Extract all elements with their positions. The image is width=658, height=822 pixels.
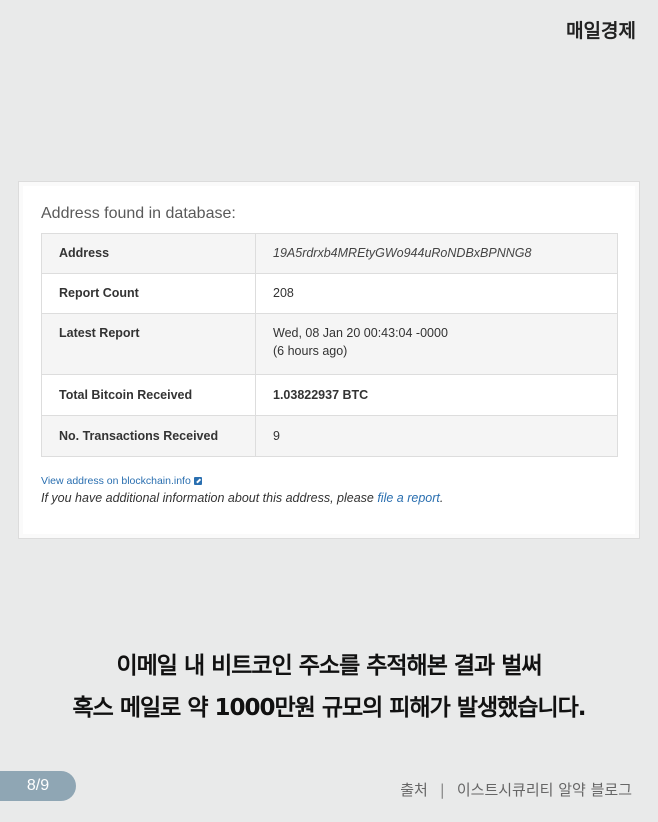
row-value-latest-report: Wed, 08 Jan 20 00:43:04 -0000 (6 hours a… [255,313,618,375]
row-label-address: Address [41,233,256,274]
source-label: 출처 [400,781,428,799]
page-indicator: 8/9 [0,771,76,801]
external-link-icon[interactable] [193,477,202,485]
brand-logo: 매일경제 [566,20,636,42]
latest-report-date: Wed, 08 Jan 20 00:43:04 -0000 [273,326,448,340]
note-prefix: If you have additional information about… [41,491,378,505]
table-row: Total Bitcoin Received 1.03822937 BTC [41,374,618,416]
caption-line-1: 이메일 내 비트코인 주소를 추적해본 결과 벌써 [116,653,542,679]
row-label-latest-report: Latest Report [41,313,256,375]
report-note: If you have additional information about… [41,491,621,505]
row-value-address: 19A5rdrxb4MREtyGWo944uRoNDBxBPNNG8 [255,233,618,274]
source-credit: 출처 | 이스트시큐리티 알약 블로그 [400,779,632,800]
address-info-table: Address 19A5rdrxb4MREtyGWo944uRoNDBxBPNN… [41,233,618,457]
source-separator: | [439,781,445,799]
blockchain-link[interactable]: View address on blockchain.info [41,475,621,487]
table-row: Address 19A5rdrxb4MREtyGWo944uRoNDBxBPNN… [41,233,618,274]
table-row: Latest Report Wed, 08 Jan 20 00:43:04 -0… [41,313,618,375]
row-label-total-received: Total Bitcoin Received [41,374,256,416]
table-row: No. Transactions Received 9 [41,415,618,457]
blockchain-link-text[interactable]: View address on blockchain.info [41,475,191,487]
caption-line-2: 혹스 메일로 약 1000만원 규모의 피해가 발생했습니다. [72,695,587,721]
source-name: 이스트시큐리티 알약 블로그 [456,781,632,799]
card-title: Address found in database: [41,205,236,222]
row-value-transactions: 9 [255,415,618,457]
row-label-report-count: Report Count [41,273,256,314]
row-label-transactions: No. Transactions Received [41,415,256,457]
row-value-total-received: 1.03822937 BTC [255,374,618,416]
row-value-report-count: 208 [255,273,618,314]
table-row: Report Count 208 [41,273,618,314]
file-report-link[interactable]: file a report [377,491,440,505]
latest-report-relative: (6 hours ago) [273,344,348,358]
note-suffix: . [439,491,444,505]
address-card: Address found in database: Address 19A5r… [19,182,639,538]
